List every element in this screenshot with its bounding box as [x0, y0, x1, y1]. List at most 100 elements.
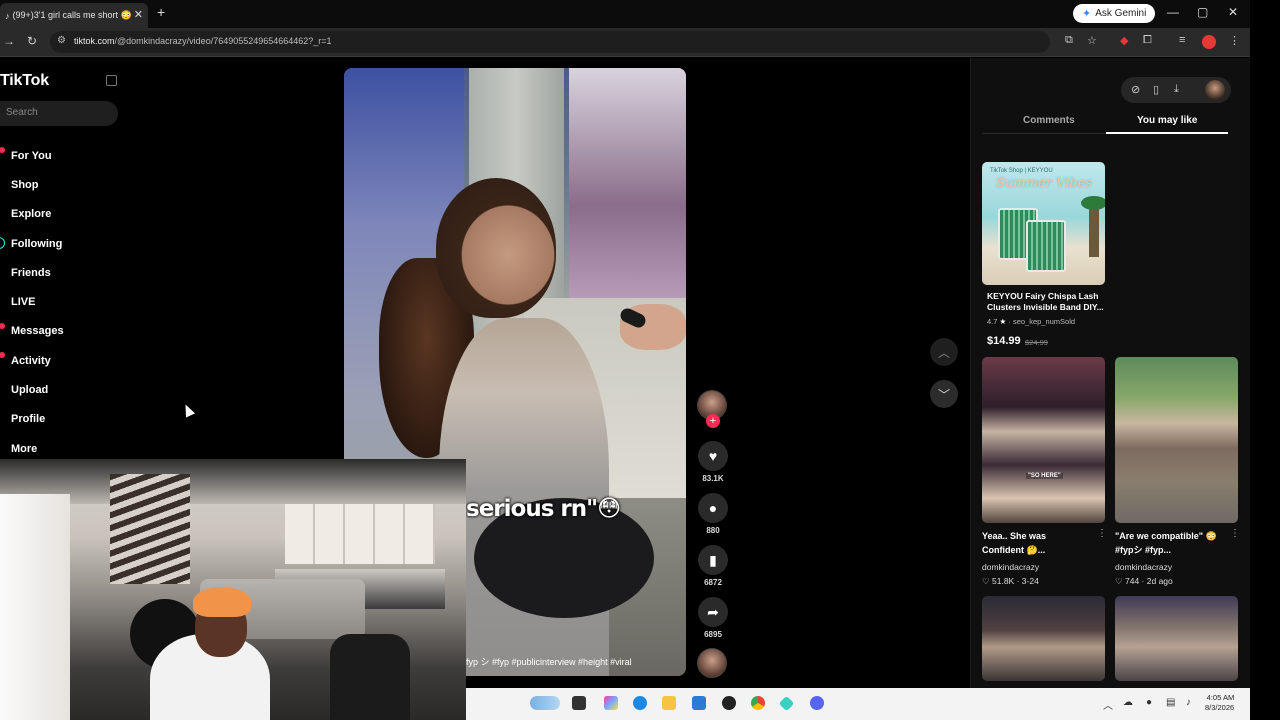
tab-comments[interactable]: Comments — [1023, 115, 1075, 126]
share-arrow-icon: ➦ — [698, 597, 728, 627]
chrome-icon[interactable] — [751, 696, 765, 710]
device-icon[interactable]: ▯ — [1153, 83, 1159, 96]
tray-network-icon[interactable]: ▤ — [1166, 697, 1175, 708]
sidebar-item-profile[interactable]: Profile — [11, 405, 64, 434]
sidebar-item-shop[interactable]: Shop — [11, 170, 64, 199]
compass-icon[interactable]: ⊘ — [1131, 83, 1140, 96]
forward-icon[interactable]: → — [3, 34, 15, 48]
sidebar-item-following[interactable]: Following — [0, 229, 64, 258]
follow-plus-icon[interactable]: + — [706, 414, 720, 428]
extensions-puzzle-icon[interactable]: ⧠ — [1143, 34, 1152, 47]
new-tab-button[interactable]: + — [157, 4, 165, 20]
sound-disc-button[interactable] — [697, 648, 729, 678]
heart-outline-icon: ♡ — [1115, 576, 1123, 586]
recommended-video-thumbnail[interactable] — [1115, 596, 1238, 681]
sidebar-item-live[interactable]: LIVE — [11, 287, 64, 316]
gemini-spark-icon: ✦ — [1082, 8, 1092, 20]
download-icon[interactable]: ⤓ — [1174, 83, 1179, 96]
tab-close-icon[interactable]: ✕ — [134, 8, 143, 21]
sidebar-item-friends[interactable]: Friends — [11, 258, 64, 287]
omnibox[interactable]: ⚙ tiktok.com/@domkindacrazy/video/764905… — [50, 31, 1050, 53]
sidebar-nav: For You Shop Explore Following Friends L… — [0, 141, 64, 463]
copilot-icon[interactable] — [604, 696, 618, 710]
product-banner-text: Summer Vibes — [996, 176, 1092, 191]
product-title[interactable]: KEYYOU Fairy Chispa Lash Clusters Invisi… — [987, 291, 1105, 313]
recommended-video-thumbnail[interactable]: "SO HERE" — [982, 357, 1105, 523]
browser-tab[interactable]: ♪ (99+)3'1 girl calls me short 😳 ✕ — [0, 3, 148, 28]
save-button[interactable]: ▮ 6872 — [697, 545, 729, 587]
bookmark-star-icon[interactable]: ☆ — [1087, 34, 1097, 47]
maximize-button[interactable]: ▢ — [1197, 5, 1208, 19]
extension-icon[interactable]: ◆ — [1120, 34, 1128, 47]
taskbar-clock[interactable]: 4:05 AM 8/3/2026 — [1205, 693, 1234, 713]
tray-volume-icon[interactable]: ♪ — [1186, 697, 1191, 708]
sidebar-item-messages[interactable]: Messages — [0, 317, 64, 346]
search-input[interactable] — [6, 107, 106, 118]
tiktok-favicon-icon: ♪ — [5, 10, 10, 21]
creator-avatar-button[interactable]: + — [697, 390, 729, 430]
like-button[interactable]: ♥ 83.1K — [697, 441, 729, 483]
clock-time: 4:05 AM — [1206, 693, 1235, 702]
next-video-button[interactable]: ﹀ — [930, 380, 958, 408]
tab-you-may-like[interactable]: You may like — [1137, 115, 1197, 126]
webcam-streamer-cap — [193, 587, 251, 617]
menu-kebab-icon[interactable]: ⋮ — [1229, 34, 1240, 47]
sound-disc-icon — [697, 648, 727, 678]
recommended-video-date: 2d ago — [1146, 576, 1173, 586]
recommended-video-title[interactable]: "Are we compatible" 😳 #fypシ #fyp... — [1115, 529, 1223, 557]
widgets-icon[interactable] — [530, 696, 560, 710]
recommended-video-thumbnail[interactable] — [982, 596, 1105, 681]
profile-avatar-icon[interactable] — [1202, 35, 1216, 49]
sidebar-item-upload[interactable]: Upload — [11, 375, 64, 404]
video-scene-shop — [569, 68, 686, 298]
search-box[interactable] — [0, 101, 118, 126]
more-options-icon[interactable]: ⋮ — [1097, 528, 1107, 539]
close-window-button[interactable]: ✕ — [1228, 5, 1238, 19]
product-price: $14.99 — [987, 335, 1021, 347]
recommended-video-likes: 744 — [1125, 576, 1140, 586]
url-domain: tiktok.com — [74, 36, 115, 46]
task-view-icon[interactable] — [572, 696, 586, 710]
heart-icon: ♥ — [698, 441, 728, 471]
recommended-video-thumbnail[interactable] — [1115, 357, 1238, 523]
minimize-button[interactable]: — — [1167, 5, 1179, 19]
tiktok-logo[interactable]: TikTok — [0, 72, 49, 90]
discord-icon[interactable] — [810, 696, 824, 710]
more-options-icon[interactable]: ⋮ — [1230, 528, 1240, 539]
recommended-video-title[interactable]: Yeaa.. She was Confident 🤔... — [982, 529, 1090, 557]
cast-icon[interactable]: ⧉ — [1065, 34, 1073, 47]
tray-chevron-icon[interactable]: ︿ — [1103, 697, 1113, 712]
collapse-sidebar-icon[interactable] — [106, 75, 117, 86]
ask-gemini-button[interactable]: ✦ Ask Gemini — [1073, 4, 1156, 23]
reload-icon[interactable]: ↻ — [27, 34, 37, 48]
palm-tree-image — [1089, 202, 1099, 257]
windows-taskbar: ︿ ☁ ● ▤ ♪ — [466, 688, 1250, 720]
sidebar-item-for-you[interactable]: For You — [0, 141, 64, 170]
tray-cloud-icon[interactable]: ☁ — [1123, 697, 1133, 708]
comment-button[interactable]: ● 880 — [697, 493, 729, 535]
sidebar-item-label: Shop — [11, 178, 39, 191]
sidebar-item-explore[interactable]: Explore — [11, 200, 64, 229]
recommended-video-author[interactable]: domkindacrazy — [982, 562, 1039, 572]
tab-title: (99+)3'1 girl calls me short 😳 — [12, 10, 131, 20]
media-app-icon[interactable] — [722, 696, 736, 710]
share-button[interactable]: ➦ 6895 — [697, 597, 729, 639]
user-avatar[interactable] — [1205, 80, 1225, 100]
webcam-cabinets — [285, 504, 435, 564]
video-hashtags[interactable]: fyp シ #fyp #publicinterview #height #vir… — [466, 655, 632, 668]
store-icon[interactable] — [692, 696, 706, 710]
media-controls-icon[interactable]: ≡ — [1179, 34, 1185, 46]
site-info-icon[interactable]: ⚙ — [57, 35, 66, 46]
sidebar-item-activity[interactable]: Activity — [0, 346, 64, 375]
sidebar-item-label: For You — [11, 149, 52, 162]
product-rating-row: 4.7 ★ · seo_kep_numSold — [987, 317, 1076, 326]
video-caption-overlay: serious rn"😳 — [466, 496, 621, 522]
product-thumbnail[interactable]: TikTok Shop | KEYYOU Summer Vibes — [982, 162, 1105, 285]
edge-icon[interactable] — [633, 696, 647, 710]
tray-mic-icon[interactable]: ● — [1146, 697, 1152, 708]
previous-video-button[interactable]: ︿ — [930, 338, 958, 366]
sidebar-item-label: Upload — [11, 384, 49, 397]
recommended-video-author[interactable]: domkindacrazy — [1115, 562, 1172, 572]
app-diamond-icon[interactable] — [778, 695, 795, 712]
file-explorer-icon[interactable] — [662, 696, 676, 710]
